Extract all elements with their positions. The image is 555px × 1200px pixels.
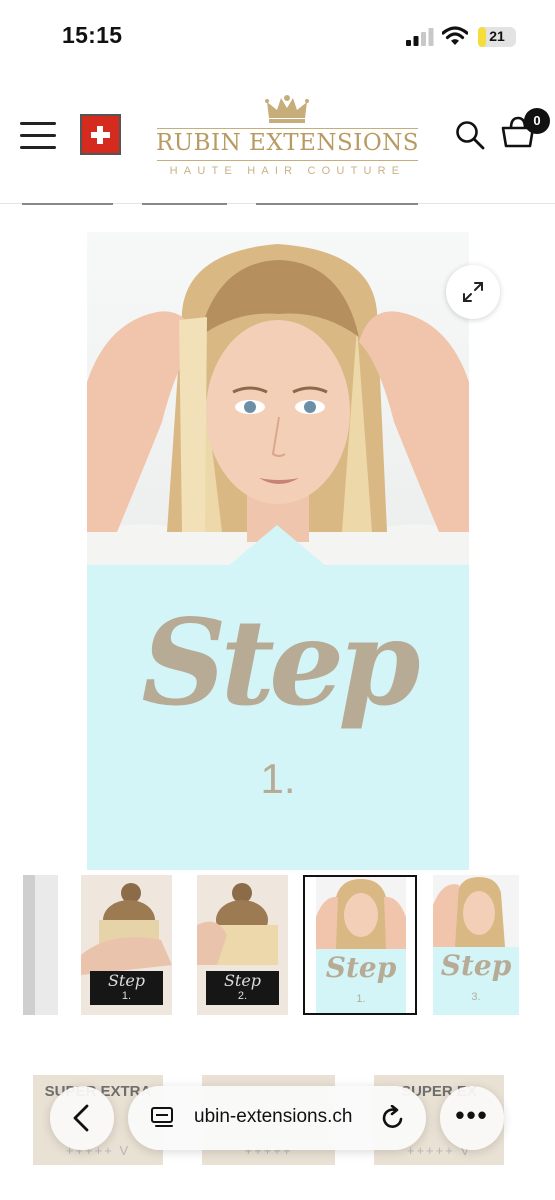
thumbnail-3-selected[interactable]: Step 1.: [303, 875, 417, 1015]
thumbnail-image: [316, 877, 406, 949]
status-time: 15:15: [62, 22, 123, 48]
thumbnail-4[interactable]: Step 3.: [433, 875, 519, 1015]
thumbnail-step-number: 2.: [237, 990, 248, 1002]
status-bar: 15:15 21: [0, 0, 555, 74]
site-header: RUBIN EXTENSIONS HAUTE HAIR COUTURE 0: [0, 74, 555, 204]
cart-count-badge[interactable]: 0: [524, 108, 550, 134]
thumbnail-step-label: Step: [440, 949, 512, 982]
battery-level: 21: [489, 28, 505, 44]
thumbnail-step-number: 1.: [121, 990, 132, 1002]
tab-overview-icon[interactable]: [150, 1106, 174, 1130]
hamburger-line-icon: [20, 146, 56, 149]
step-panel: Step 1.: [87, 525, 469, 870]
step-title: Step: [141, 593, 420, 732]
thumbnail-image: [433, 875, 519, 947]
address-url[interactable]: ubin-extensions.ch: [194, 1106, 352, 1128]
browser-toolbar: ubin-extensions.ch •••: [0, 1068, 555, 1200]
menu-button[interactable]: [20, 122, 58, 152]
wifi-icon: [442, 26, 468, 45]
thumbnail-0[interactable]: [23, 875, 58, 1015]
model-photo: [87, 232, 469, 565]
brand-name: RUBIN EXTENSIONS: [155, 130, 420, 156]
more-options-button[interactable]: •••: [440, 1086, 504, 1150]
expand-icon: [463, 282, 483, 302]
product-main-image[interactable]: Step 1.: [87, 232, 469, 870]
swiss-flag-icon[interactable]: [80, 114, 121, 155]
step-number: 1.: [260, 755, 296, 802]
cellular-signal-icon: [406, 28, 434, 46]
brand-logo[interactable]: RUBIN EXTENSIONS HAUTE HAIR COUTURE: [155, 94, 420, 184]
thumbnail-step-number: 3.: [471, 991, 481, 1003]
panel-notch: [227, 525, 327, 567]
search-icon[interactable]: [455, 120, 485, 150]
address-bar[interactable]: ubin-extensions.ch: [128, 1086, 426, 1150]
more-icon: •••: [455, 1100, 489, 1130]
thumbnail-step-label: Step: [223, 971, 262, 990]
thumbnail-1[interactable]: Step 1.: [81, 875, 172, 1015]
thumbnail-step-number: 1.: [356, 993, 366, 1005]
thumbnail-step-label: Step: [325, 951, 397, 984]
nav-underline: [22, 203, 113, 205]
expand-image-button[interactable]: [446, 265, 500, 319]
hamburger-line-icon: [20, 122, 56, 125]
back-button[interactable]: [50, 1086, 114, 1150]
thumbnail-2[interactable]: Step 2.: [197, 875, 288, 1015]
crown-icon: [265, 95, 309, 123]
nav-underline: [142, 203, 227, 205]
nav-underline: [256, 203, 418, 205]
battery-icon: 21: [478, 27, 516, 47]
hamburger-line-icon: [20, 134, 56, 137]
reload-icon[interactable]: [380, 1105, 406, 1131]
chevron-left-icon: [73, 1104, 89, 1132]
thumbnail-step-label: Step: [107, 971, 146, 990]
brand-tagline: HAUTE HAIR COUTURE: [169, 165, 406, 177]
model-illustration: [87, 244, 469, 565]
